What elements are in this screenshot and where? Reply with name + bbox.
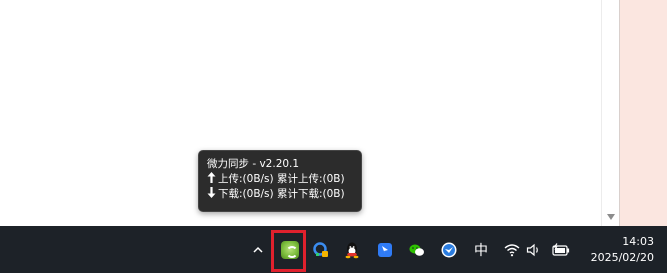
download-arrow-icon bbox=[207, 187, 218, 202]
show-hidden-icons-button[interactable] bbox=[247, 226, 269, 273]
sync-tooltip: 微力同步 - v2.20.1 上传:(0B/s) 累计上传:(0B) 下载:(0… bbox=[198, 150, 362, 212]
wechat-tray-icon[interactable] bbox=[406, 226, 428, 273]
upload-arrow-icon bbox=[207, 172, 218, 187]
clock-time: 14:03 bbox=[622, 234, 654, 248]
volume-tray-icon[interactable] bbox=[525, 226, 543, 273]
side-panel bbox=[619, 0, 667, 226]
scroll-down-arrow-icon[interactable] bbox=[607, 214, 615, 220]
tooltip-download-line: 下载:(0B/s) 累计下载:(0B) bbox=[207, 187, 361, 202]
app-tray-icon[interactable] bbox=[438, 226, 460, 273]
feishu-tray-icon[interactable] bbox=[374, 226, 396, 273]
upload-stats: 上传:(0B/s) 累计上传:(0B) bbox=[218, 173, 345, 185]
taskbar: 中 14:03 2025/02/20 bbox=[0, 226, 667, 273]
wifi-tray-icon[interactable] bbox=[503, 226, 521, 273]
highlight-box bbox=[271, 230, 306, 272]
chevron-up-icon bbox=[253, 246, 263, 253]
download-stats: 下载:(0B/s) 累计下载:(0B) bbox=[218, 188, 345, 200]
qq-icon bbox=[345, 242, 359, 258]
tooltip-title: 微力同步 - v2.20.1 bbox=[207, 158, 300, 170]
qq-tray-icon[interactable] bbox=[341, 226, 363, 273]
speaker-icon bbox=[526, 243, 538, 256]
battery-charging-icon bbox=[552, 242, 570, 256]
browser-tray-icon[interactable] bbox=[310, 226, 332, 273]
wechat-icon bbox=[409, 244, 424, 256]
tooltip-upload-line: 上传:(0B/s) 累计上传:(0B) bbox=[207, 172, 361, 187]
bluebird-app-icon bbox=[441, 242, 457, 257]
browser-app-icon bbox=[313, 241, 328, 257]
vertical-scrollbar[interactable] bbox=[601, 0, 619, 226]
clock-date: 2025/02/20 bbox=[590, 250, 654, 264]
wifi-icon bbox=[504, 243, 520, 256]
system-clock[interactable]: 14:03 2025/02/20 bbox=[578, 226, 667, 273]
battery-tray-icon[interactable] bbox=[550, 226, 572, 273]
screen: 微力同步 - v2.20.1 上传:(0B/s) 累计上传:(0B) 下载:(0… bbox=[0, 0, 667, 273]
feishu-icon bbox=[378, 242, 392, 257]
input-method-indicator[interactable]: 中 bbox=[470, 226, 492, 273]
